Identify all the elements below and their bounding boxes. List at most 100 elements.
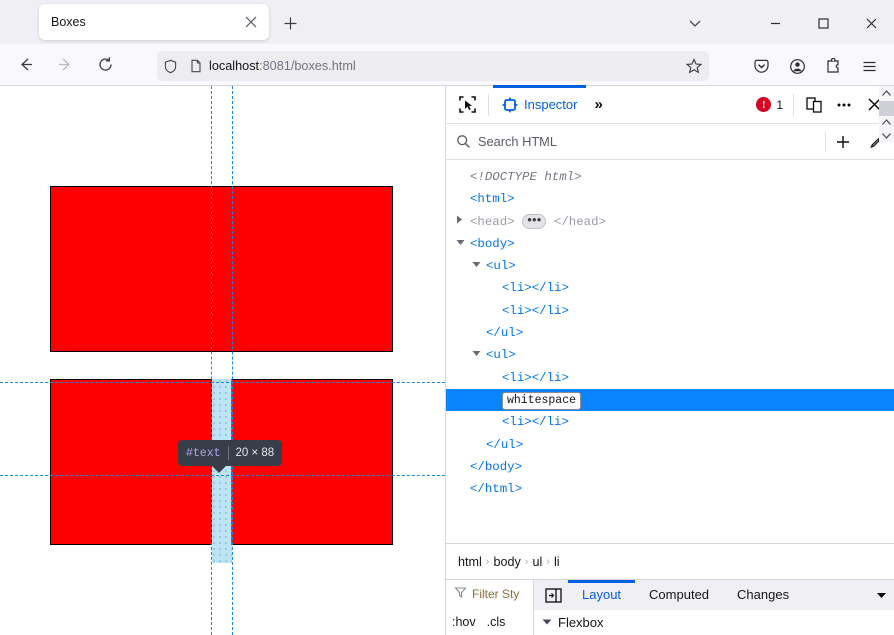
markup-node[interactable]: <ul> bbox=[446, 344, 894, 366]
more-options-icon[interactable] bbox=[830, 91, 858, 119]
markup-node[interactable]: <body> bbox=[446, 233, 894, 255]
filter-styles-row[interactable]: Filter Sty bbox=[446, 580, 533, 608]
expanded-twisty-icon[interactable] bbox=[472, 344, 484, 366]
devtools-toolbar: Inspector » ! 1 bbox=[446, 84, 894, 124]
hov-button[interactable]: :hov bbox=[452, 615, 476, 629]
element-node-text: <li></li> bbox=[502, 281, 569, 296]
maximize-icon[interactable] bbox=[808, 9, 838, 37]
flexbox-label: Flexbox bbox=[558, 615, 604, 630]
overflow-tabs-button[interactable]: » bbox=[586, 96, 608, 113]
filter-styles-input[interactable]: Filter Sty bbox=[472, 587, 519, 601]
shield-icon[interactable] bbox=[157, 59, 183, 74]
toolbar-divider bbox=[488, 93, 489, 116]
list-item-box bbox=[50, 186, 212, 352]
tooltip-divider bbox=[227, 446, 229, 460]
markup-node[interactable]: <!DOCTYPE html> bbox=[446, 166, 894, 188]
extensions-icon[interactable] bbox=[818, 51, 848, 81]
breadcrumb-separator: › bbox=[485, 555, 490, 568]
page-viewport[interactable]: #text 20 × 88 bbox=[0, 86, 445, 635]
devtools-bottom-panes: Filter Sty :hov .cls Layout Computed Cha… bbox=[446, 86, 894, 635]
search-html-bar[interactable]: Search HTML bbox=[446, 124, 894, 160]
head-node-text: <head> ●●● </head> bbox=[470, 213, 606, 229]
element-node-text: </ul> bbox=[486, 437, 524, 452]
search-icon bbox=[456, 134, 471, 149]
back-arrow-icon[interactable] bbox=[10, 50, 40, 80]
markup-node[interactable]: <li></li> bbox=[446, 300, 894, 322]
chevron-down-icon[interactable] bbox=[868, 591, 894, 600]
tab-computed[interactable]: Computed bbox=[635, 580, 723, 610]
breadcrumb-item-html[interactable]: html bbox=[458, 555, 482, 569]
breadcrumb-item-li[interactable]: li bbox=[554, 555, 560, 569]
hamburger-menu-icon[interactable] bbox=[854, 51, 884, 81]
markup-node[interactable]: <li></li> bbox=[446, 367, 894, 389]
markup-node[interactable]: </html> bbox=[446, 478, 894, 500]
new-tab-button[interactable] bbox=[277, 10, 303, 36]
scroll-down-arrow-icon[interactable] bbox=[879, 129, 894, 142]
expanded-twisty-icon[interactable] bbox=[472, 255, 484, 277]
scroll-up-arrow-icon[interactable] bbox=[879, 116, 894, 129]
breadcrumb-item-body[interactable]: body bbox=[493, 555, 520, 569]
account-icon[interactable] bbox=[782, 51, 812, 81]
markup-node[interactable]: </ul> bbox=[446, 434, 894, 456]
tab-changes[interactable]: Changes bbox=[723, 580, 803, 610]
breadcrumb-separator: › bbox=[524, 555, 529, 568]
url-bar[interactable]: localhost:8081/boxes.html bbox=[157, 51, 709, 81]
breadcrumb-item-ul[interactable]: ul bbox=[532, 555, 542, 569]
toolbar-divider bbox=[793, 93, 794, 116]
collapsed-twisty-icon[interactable] bbox=[456, 211, 468, 233]
tooltip-dimensions: 20 × 88 bbox=[235, 447, 275, 459]
markup-node[interactable]: </body> bbox=[446, 456, 894, 478]
error-count: 1 bbox=[776, 97, 783, 112]
node-infobar-tooltip: #text 20 × 88 bbox=[178, 440, 283, 473]
doctype-text: <!DOCTYPE html> bbox=[470, 170, 582, 184]
responsive-design-mode-icon[interactable] bbox=[800, 91, 828, 119]
markup-node[interactable]: <li></li> bbox=[446, 277, 894, 299]
search-input[interactable]: Search HTML bbox=[478, 134, 825, 149]
ellipsis-icon: ●●● bbox=[522, 213, 547, 229]
chevron-down-icon[interactable] bbox=[681, 9, 709, 37]
markup-node[interactable]: <ul> bbox=[446, 255, 894, 277]
split-view-icon[interactable] bbox=[538, 587, 568, 603]
breadcrumb[interactable]: html › body › ul › li bbox=[446, 543, 894, 579]
whitespace-node-chip: whitespace bbox=[502, 389, 582, 411]
element-node-text: <ul> bbox=[486, 348, 516, 363]
cls-button[interactable]: .cls bbox=[487, 615, 506, 629]
markup-node-selected[interactable]: whitespace bbox=[446, 388, 894, 412]
page-icon[interactable] bbox=[183, 59, 209, 73]
reload-icon[interactable] bbox=[90, 50, 120, 80]
browser-tab-boxes[interactable]: Boxes bbox=[39, 4, 269, 40]
guide-line-vertical bbox=[211, 86, 212, 635]
breadcrumb-separator: › bbox=[546, 555, 550, 568]
scroll-up-arrow-icon[interactable] bbox=[879, 86, 894, 101]
flexbox-pane-scrollbar[interactable] bbox=[879, 116, 894, 142]
markup-tree[interactable]: <!DOCTYPE html> <html> <head> ●●● </head> <… bbox=[446, 160, 894, 543]
flexbox-accordion-header[interactable]: Flexbox bbox=[534, 610, 894, 635]
star-icon[interactable] bbox=[679, 58, 709, 74]
element-picker-icon[interactable] bbox=[450, 88, 484, 122]
url-path: :8081/boxes.html bbox=[259, 59, 356, 73]
element-node-text: <li></li> bbox=[502, 370, 569, 385]
plus-icon[interactable] bbox=[826, 134, 860, 150]
markup-node[interactable]: <html> bbox=[446, 188, 894, 210]
pseudo-class-row: :hov .cls bbox=[446, 608, 533, 635]
scroll-thumb[interactable] bbox=[879, 101, 894, 116]
expanded-twisty-icon[interactable] bbox=[456, 233, 468, 255]
layout-pane: Layout Computed Changes Flexbox bbox=[534, 580, 894, 635]
minimize-icon[interactable] bbox=[760, 9, 790, 37]
pocket-icon[interactable] bbox=[746, 51, 776, 81]
error-count-badge[interactable]: ! 1 bbox=[752, 97, 787, 112]
markup-node[interactable]: </ul> bbox=[446, 322, 894, 344]
tab-inspector[interactable]: Inspector bbox=[493, 84, 587, 124]
element-node-text: <li></li> bbox=[502, 303, 569, 318]
url-host: localhost bbox=[209, 59, 260, 73]
close-icon[interactable] bbox=[239, 10, 263, 34]
tab-layout[interactable]: Layout bbox=[568, 580, 636, 610]
layout-pane-scrollbar[interactable] bbox=[879, 86, 894, 116]
markup-node[interactable]: <head> ●●● </head> bbox=[446, 211, 894, 233]
inspector-icon bbox=[502, 97, 518, 112]
element-node-text: <ul> bbox=[486, 259, 516, 274]
close-window-icon[interactable] bbox=[856, 9, 886, 37]
url-text: localhost:8081/boxes.html bbox=[209, 59, 679, 73]
guide-line-vertical bbox=[232, 86, 233, 635]
markup-node[interactable]: <li></li> bbox=[446, 411, 894, 433]
